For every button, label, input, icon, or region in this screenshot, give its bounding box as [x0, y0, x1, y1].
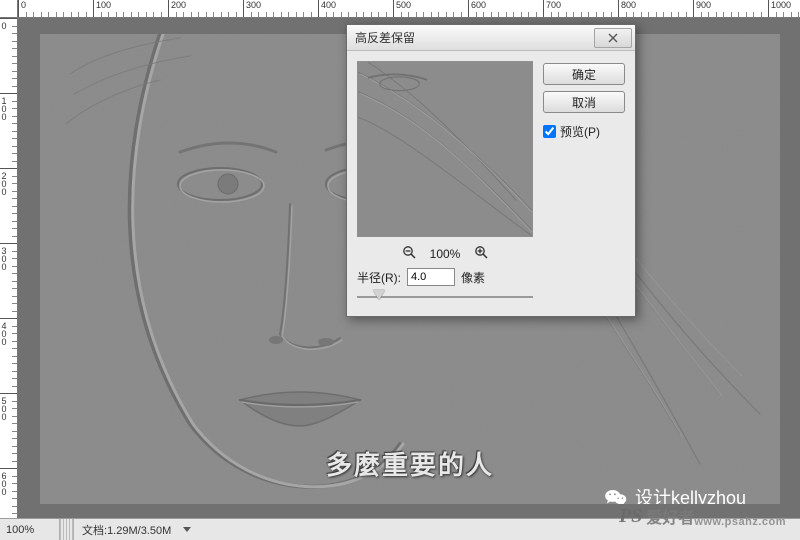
close-icon [608, 33, 618, 43]
radius-unit: 像素 [461, 269, 485, 286]
zoom-out-button[interactable] [402, 245, 416, 262]
site-watermark: PS 爱好者 www.psahz.com [619, 504, 786, 528]
watermark-url: www.psahz.com [694, 516, 786, 528]
statusbar-grip-icon[interactable] [60, 519, 74, 540]
ok-button[interactable]: 确定 [543, 63, 625, 85]
ruler-corner [0, 0, 18, 18]
wechat-icon [603, 484, 629, 504]
document-info: 文档:1.29M/3.50M [74, 522, 179, 538]
zoom-in-icon [474, 245, 488, 259]
radius-label: 半径(R): [357, 269, 401, 286]
dialog-title: 高反差保留 [355, 29, 594, 46]
image-caption: 多麼重要的人 [326, 445, 494, 482]
preview-checkbox-row[interactable]: 预览(P) [543, 123, 625, 140]
zoom-field[interactable]: 100% [0, 519, 60, 540]
high-pass-dialog: 高反差保留 [346, 24, 636, 317]
watermark-brand: PS [619, 505, 642, 528]
slider-thumb-icon [373, 290, 385, 300]
preview-checkbox-label: 预览(P) [560, 123, 600, 140]
radius-slider[interactable] [357, 288, 533, 306]
filter-preview[interactable] [357, 61, 533, 237]
zoom-in-button[interactable] [474, 245, 488, 262]
image-credit: 设计kellyzhou [603, 484, 746, 504]
ruler-horizontal: 01002003004005006007008009001000 [18, 0, 800, 18]
ruler-vertical: 0100200300400500600 [0, 18, 18, 518]
cancel-button[interactable]: 取消 [543, 91, 625, 113]
zoom-out-icon [402, 245, 416, 259]
preview-zoom-value: 100% [430, 247, 461, 261]
dialog-titlebar[interactable]: 高反差保留 [347, 25, 635, 51]
preview-checkbox[interactable] [543, 125, 556, 138]
dialog-close-button[interactable] [594, 28, 632, 48]
radius-input[interactable] [407, 268, 455, 286]
expand-info-icon[interactable] [183, 527, 191, 532]
